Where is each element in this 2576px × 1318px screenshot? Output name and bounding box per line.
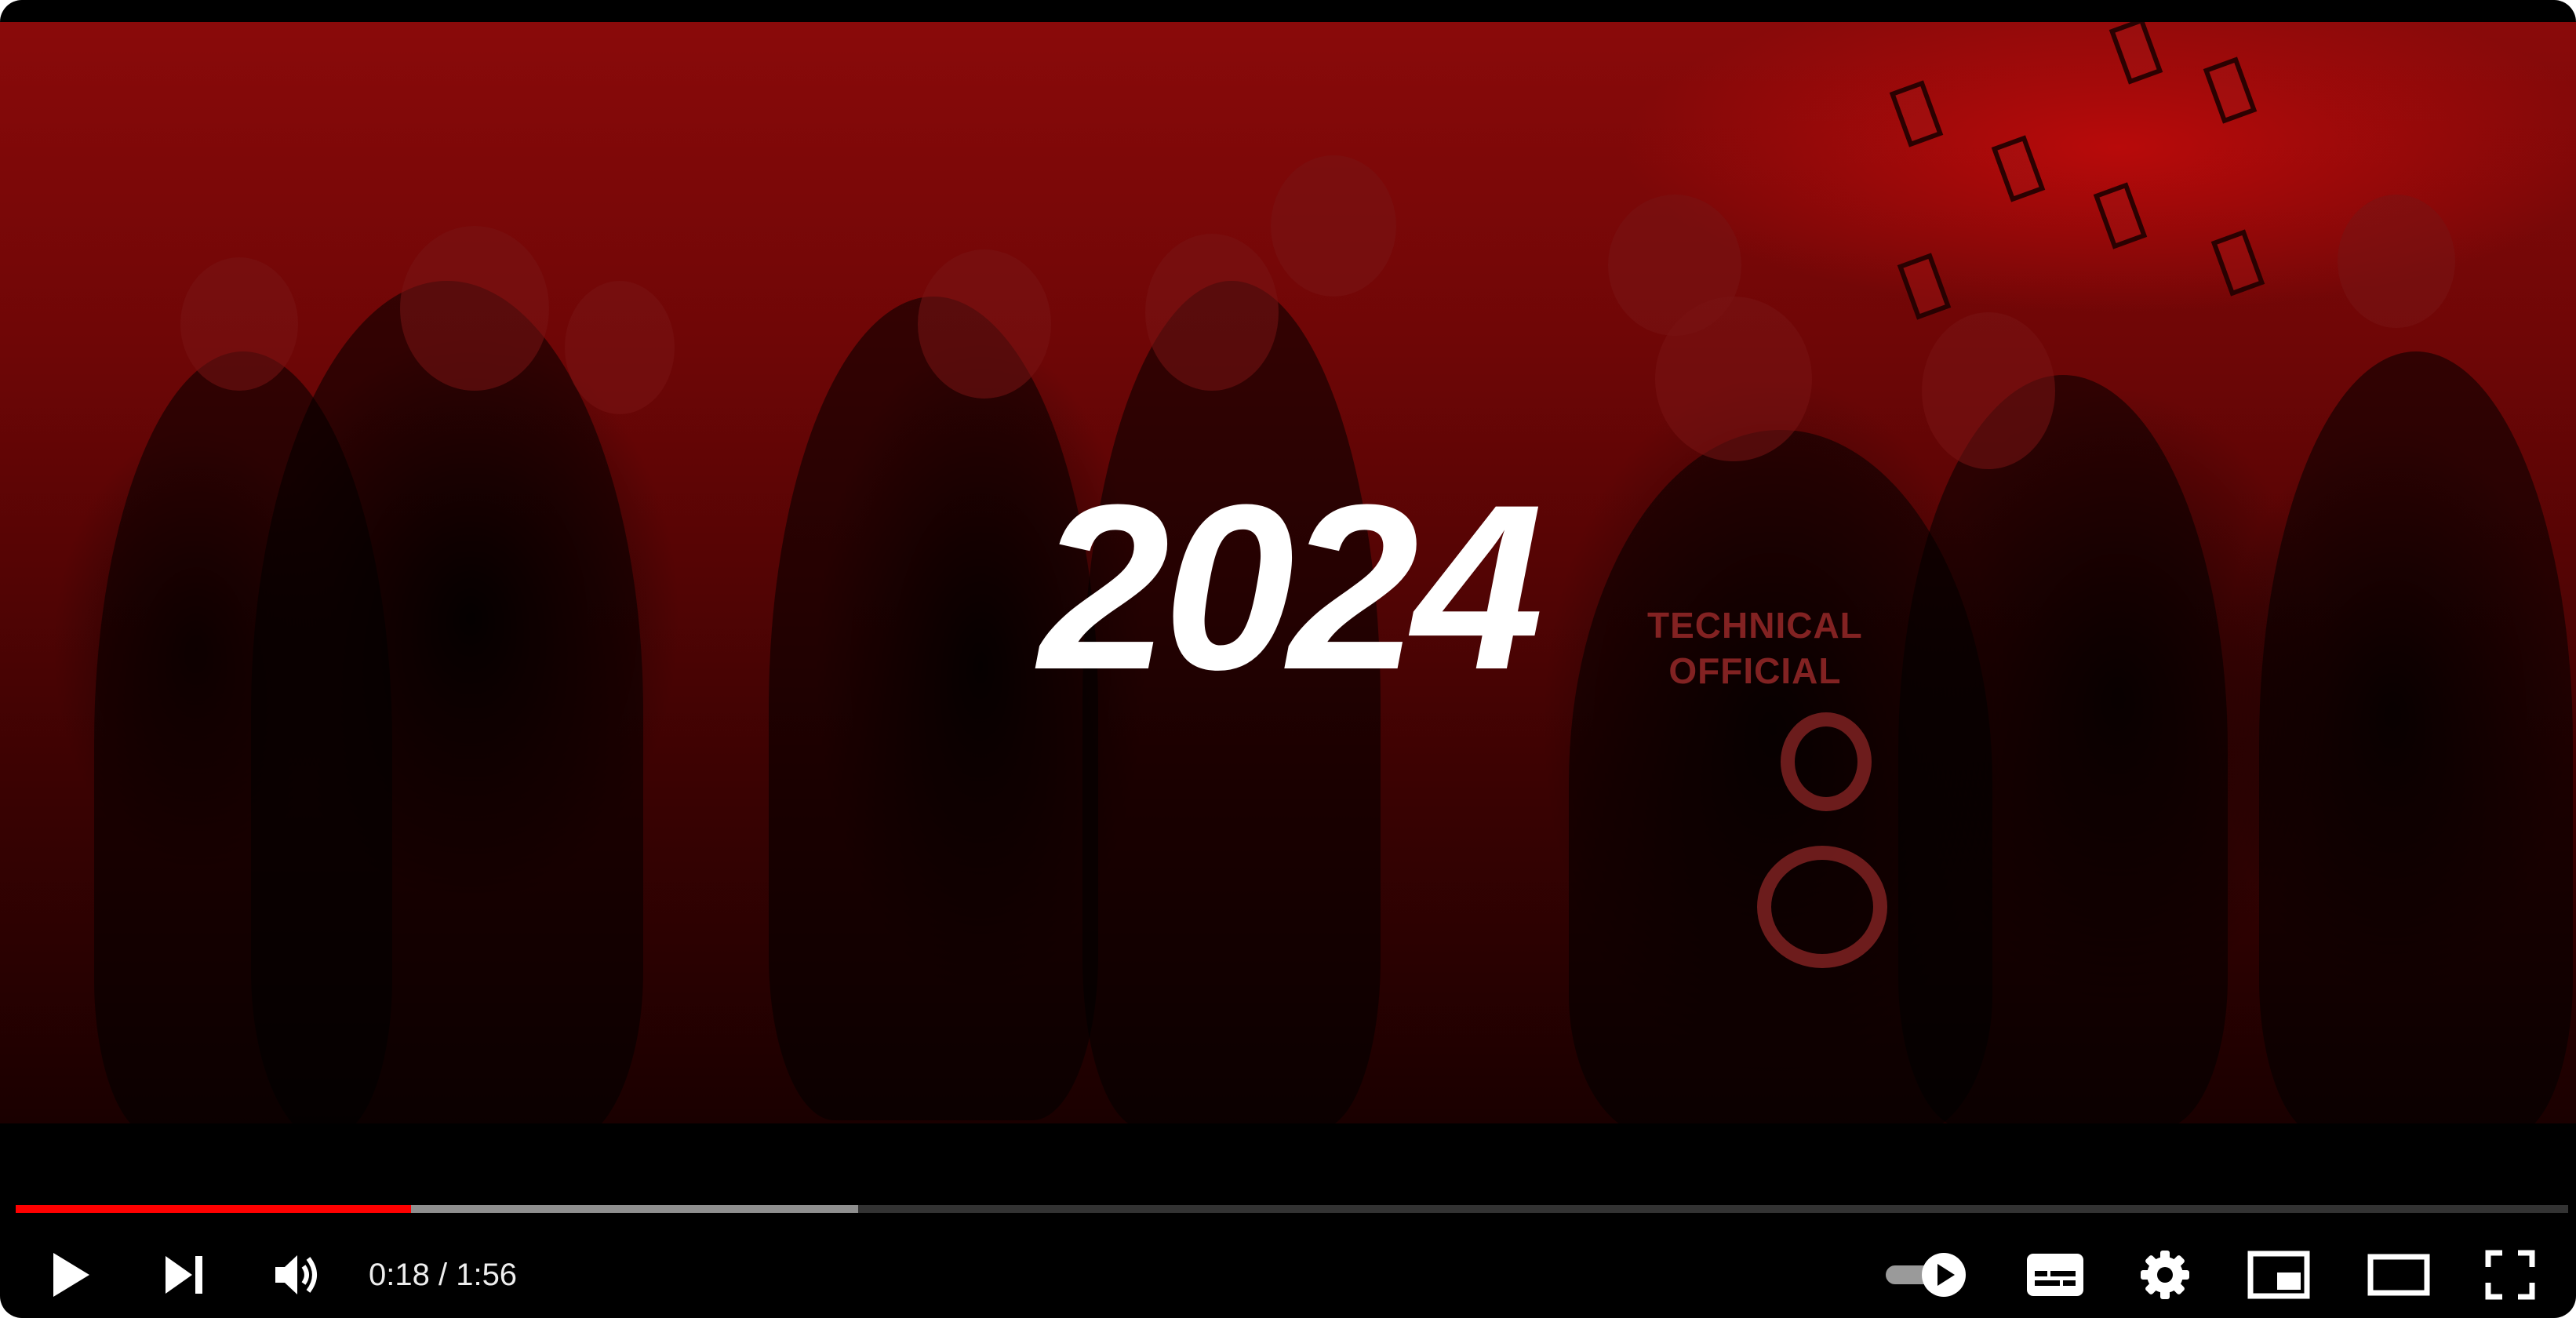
video-silhouette <box>1991 135 2046 202</box>
video-silhouette <box>400 226 549 391</box>
miniplayer-icon <box>2247 1251 2310 1299</box>
video-silhouette <box>180 257 298 391</box>
next-icon <box>161 1251 208 1298</box>
time-display: 0:18 / 1:56 <box>369 1232 517 1318</box>
subtitles-icon <box>2025 1252 2085 1298</box>
duration: 1:56 <box>456 1257 518 1292</box>
miniplayer-button[interactable] <box>2236 1232 2322 1318</box>
progress-bar[interactable] <box>16 1205 2568 1213</box>
fullscreen-button[interactable] <box>2467 1232 2553 1318</box>
video-silhouette <box>1757 846 1887 968</box>
theater-mode-button[interactable] <box>2352 1232 2446 1318</box>
video-silhouette <box>1271 155 1396 297</box>
video-silhouette <box>2093 182 2148 249</box>
progress-played <box>16 1205 412 1213</box>
video-silhouette <box>1889 80 1944 147</box>
fullscreen-icon <box>2485 1250 2535 1300</box>
video-silhouette <box>2210 229 2265 297</box>
video-frame[interactable]: TECHNICAL OFFICIAL 2024 <box>0 22 2576 1123</box>
time-separator: / <box>429 1257 457 1292</box>
autoplay-toggle-icon <box>1883 1251 1969 1298</box>
video-silhouette <box>2338 195 2455 328</box>
video-silhouette <box>2259 351 2573 1123</box>
control-bar: 0:18 / 1:56 <box>0 1232 2576 1318</box>
video-silhouette <box>1897 253 1952 320</box>
subtitles-button[interactable] <box>2012 1232 2098 1318</box>
video-silhouette <box>1608 195 1741 336</box>
video-silhouette <box>1922 312 2055 469</box>
autoplay-toggle[interactable] <box>1875 1232 1977 1318</box>
play-button[interactable] <box>31 1232 110 1318</box>
theater-mode-icon <box>2367 1254 2430 1296</box>
volume-button[interactable] <box>259 1232 337 1318</box>
video-silhouette <box>1145 234 1279 391</box>
video-silhouette <box>2108 22 2163 85</box>
video-silhouette <box>1781 712 1872 811</box>
current-time: 0:18 <box>369 1257 430 1292</box>
video-silhouette <box>918 249 1051 399</box>
play-icon <box>47 1250 94 1300</box>
video-title-overlay: 2024 <box>1039 455 1543 719</box>
video-silhouette <box>565 281 675 414</box>
settings-button[interactable] <box>2122 1232 2208 1318</box>
settings-icon <box>2139 1249 2191 1301</box>
volume-icon <box>272 1251 324 1299</box>
video-silhouette <box>2203 56 2258 124</box>
video-player[interactable]: TECHNICAL OFFICIAL 2024 0:18 / 1:56 <box>0 0 2576 1318</box>
next-button[interactable] <box>145 1232 224 1318</box>
